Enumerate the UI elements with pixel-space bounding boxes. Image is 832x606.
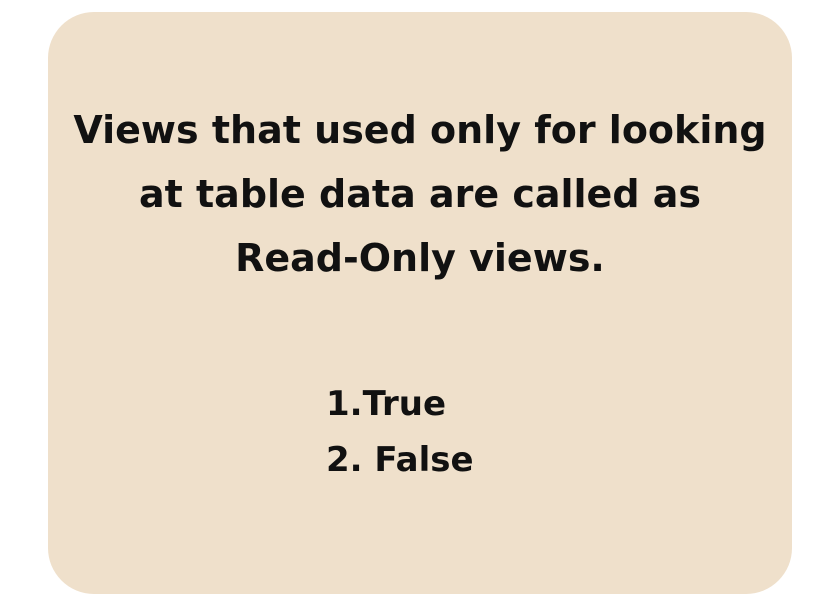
option-false: 2. False	[326, 440, 474, 480]
question-line-3: Read-Only views.	[235, 236, 605, 280]
question-line-2: at table data are called as	[138, 172, 702, 216]
question-line-1: Views that used only for looking	[73, 108, 767, 152]
question-text: Views that used only for looking at tabl…	[48, 98, 792, 290]
option-true: 1.True	[326, 384, 447, 424]
answer-options: 1.True 2. False	[326, 376, 474, 488]
question-card: Views that used only for looking at tabl…	[48, 12, 792, 594]
